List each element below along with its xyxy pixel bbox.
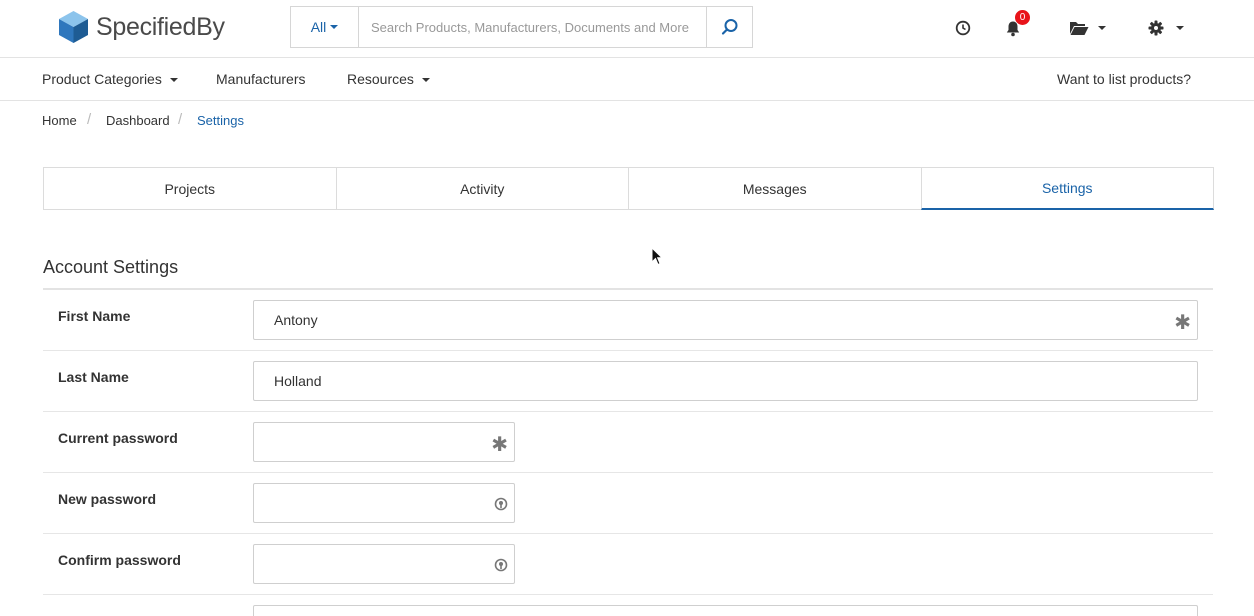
first-name-label: First Name [58, 308, 131, 324]
nav-list-products-label: Want to list products? [1057, 71, 1192, 87]
required-asterisk-icon: ✱ [1174, 310, 1191, 334]
confirm-password-label: Confirm password [58, 552, 181, 568]
section-title: Account Settings [43, 257, 179, 277]
settings-menu-button[interactable] [1148, 17, 1184, 39]
tab-settings-label: Settings [1041, 180, 1093, 196]
first-name-field[interactable] [254, 301, 1197, 339]
nav-resources-label: Resources [347, 71, 414, 87]
brand-name: SpecifiedBy [96, 12, 225, 41]
gear-icon [1148, 20, 1164, 36]
search-category-label: All [310, 19, 327, 35]
breadcrumb-separator: / [178, 111, 183, 128]
top-header: SpecifiedBy All 0 [0, 0, 1254, 58]
nav-manufacturers[interactable]: Manufacturers [216, 71, 305, 87]
chevron-down-icon [1176, 26, 1184, 30]
breadcrumb-home[interactable]: Home [42, 113, 77, 128]
breadcrumb-dashboard[interactable]: Dashboard [106, 113, 170, 128]
folder-open-icon [1070, 22, 1089, 35]
form-row-last-name: Last Name [43, 351, 1213, 412]
confirm-password-field-wrapper [253, 544, 515, 584]
search-icon [721, 19, 737, 35]
dashboard-tabs: Projects Activity Messages Settings [43, 167, 1214, 210]
tab-settings[interactable]: Settings [920, 167, 1214, 210]
chevron-down-icon [421, 78, 430, 83]
nav-resources[interactable]: Resources [347, 71, 430, 87]
password-key-icon [494, 497, 508, 511]
breadcrumb-separator: / [87, 111, 92, 128]
last-name-label: Last Name [58, 369, 129, 385]
form-row-confirm-password: Confirm password [43, 534, 1213, 595]
last-name-field[interactable] [254, 362, 1197, 400]
nav-product-categories[interactable]: Product Categories [42, 71, 178, 87]
chevron-down-icon [169, 78, 178, 83]
current-password-field-wrapper: ✱ [253, 422, 515, 462]
current-password-label: Current password [58, 430, 178, 446]
tab-projects-label: Projects [164, 180, 216, 197]
nav-list-products-link[interactable]: Want to list products? [1057, 71, 1191, 87]
new-password-label: New password [58, 491, 157, 507]
chevron-down-icon [1098, 26, 1106, 30]
tab-projects[interactable]: Projects [43, 167, 337, 210]
nav-manufacturers-label: Manufacturers [216, 71, 306, 87]
recent-history-button[interactable] [955, 17, 971, 39]
next-field-partial[interactable] [253, 605, 1198, 616]
tab-activity-label: Activity [460, 180, 505, 197]
logo-cube-icon [59, 11, 88, 43]
main-nav: Product Categories Manufacturers Resourc… [0, 58, 1254, 101]
new-password-field-wrapper [253, 483, 515, 523]
search-button[interactable] [706, 7, 752, 47]
new-password-field[interactable] [254, 484, 514, 522]
form-row-first-name: First Name ✱ [43, 290, 1213, 351]
projects-menu-button[interactable] [1069, 17, 1106, 39]
search-bar: All [290, 6, 753, 48]
required-asterisk-icon: ✱ [491, 432, 508, 456]
form-row-new-password: New password [43, 473, 1213, 534]
breadcrumb-current: Settings [197, 113, 244, 128]
chevron-down-icon [330, 25, 339, 29]
last-name-field-wrapper [253, 361, 1198, 401]
form-row-current-password: Current password ✱ [43, 412, 1213, 473]
clock-icon [955, 20, 971, 36]
notifications-badge: 0 [1015, 10, 1030, 25]
brand-logo[interactable]: SpecifiedBy [57, 9, 225, 45]
tab-messages-label: Messages [742, 180, 807, 197]
password-key-icon [494, 558, 508, 572]
tab-messages[interactable]: Messages [628, 167, 922, 210]
search-category-dropdown[interactable]: All [291, 7, 359, 47]
current-password-field[interactable] [254, 423, 514, 461]
search-input[interactable] [359, 7, 706, 47]
tab-activity[interactable]: Activity [335, 167, 629, 210]
nav-product-categories-label: Product Categories [42, 71, 162, 87]
mouse-cursor-icon [651, 247, 663, 266]
confirm-password-field[interactable] [254, 545, 514, 583]
first-name-field-wrapper: ✱ [253, 300, 1198, 340]
notifications-button[interactable]: 0 [1005, 10, 1030, 39]
